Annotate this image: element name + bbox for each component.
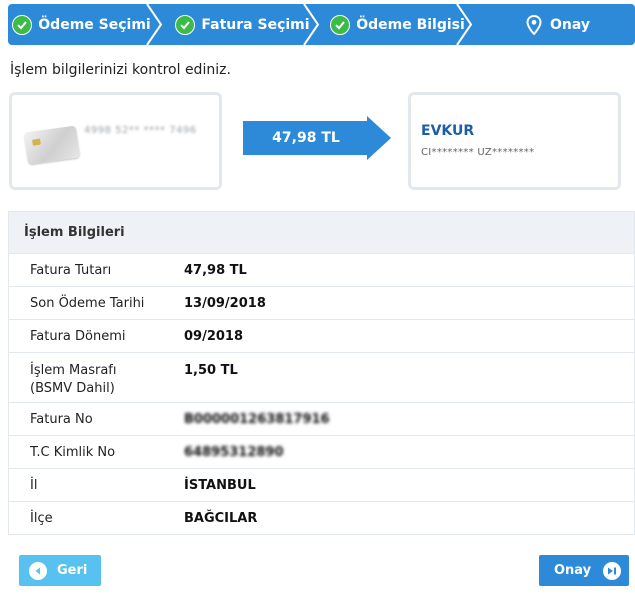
back-button-label: Geri (57, 563, 88, 578)
transfer-amount: 47,98 TL (272, 130, 340, 146)
row-value: 13/09/2018 (184, 295, 266, 311)
step-separator (456, 4, 473, 45)
step-label: Onay (549, 16, 590, 33)
step-fatura-secimi[interactable]: Fatura Seçimi (161, 4, 320, 45)
check-circle-icon (175, 14, 196, 35)
merchant-panel: EVKUR CI******** UZ******** (408, 92, 621, 190)
table-row: İl İSTANBUL (9, 469, 634, 502)
back-button[interactable]: Geri (19, 555, 101, 586)
merchant-name: EVKUR (421, 123, 475, 139)
step-label: Ödeme Bilgisi (356, 16, 465, 33)
table-row: Fatura Dönemi 09/2018 (9, 320, 634, 353)
progress-stepper: Ödeme Seçimi Fatura Seçimi Ödeme Bilgisi… (8, 4, 635, 45)
row-value: BAĞCILAR (184, 511, 258, 526)
chevron-left-icon (29, 561, 47, 580)
step-label: Fatura Seçimi (201, 16, 310, 33)
table-row: İlçe BAĞCILAR (9, 502, 634, 535)
confirm-button[interactable]: Onay (539, 555, 629, 586)
table-row: Fatura No B000001263817916 (9, 403, 634, 436)
row-label: T.C Kimlik No (30, 444, 116, 460)
step-separator (303, 4, 320, 45)
table-row: T.C Kimlik No 64895312890 (9, 436, 634, 469)
transaction-info-table: İşlem Bilgileri Fatura Tutarı 47,98 TL S… (8, 211, 635, 535)
row-value: 1,50 TL (184, 363, 238, 378)
step-label: Ödeme Seçimi (38, 16, 151, 33)
row-label: İl (30, 477, 38, 493)
row-value: 47,98 TL (184, 262, 247, 278)
row-label: Fatura Tutarı (30, 262, 112, 278)
row-label: İşlem Masrafı (BSMV Dahil) (30, 363, 117, 396)
credit-card-image (24, 125, 80, 165)
row-label: Son Ödeme Tarihi (30, 295, 145, 311)
table-row: İşlem Masrafı (BSMV Dahil) 1,50 TL (9, 353, 634, 403)
step-separator (146, 4, 163, 45)
table-title: İşlem Bilgileri (9, 212, 634, 254)
check-circle-icon (330, 14, 351, 35)
row-label: Fatura No (30, 411, 93, 427)
skip-forward-icon (603, 561, 622, 580)
source-card-panel: 4998 52** **** 7496 (9, 92, 222, 190)
confirm-button-label: Onay (554, 563, 592, 578)
row-label: Fatura Dönemi (30, 328, 126, 344)
location-pin-icon (526, 14, 542, 35)
step-odeme-bilgisi[interactable]: Ödeme Bilgisi (318, 4, 473, 45)
masked-card-number: 4998 52** **** 7496 (84, 125, 197, 136)
transfer-amount-arrow: 47,98 TL (243, 116, 393, 160)
row-label: İlçe (30, 511, 53, 526)
row-value: 09/2018 (184, 328, 244, 344)
instruction-text: İşlem bilgilerinizi kontrol ediniz. (10, 62, 231, 78)
step-onay: Onay (471, 4, 635, 45)
table-row: Fatura Tutarı 47,98 TL (9, 254, 634, 287)
table-row: Son Ödeme Tarihi 13/09/2018 (9, 287, 634, 320)
row-value-redacted: 64895312890 (184, 444, 284, 460)
account-holder-masked: CI******** UZ******** (421, 147, 535, 158)
step-odeme-secimi[interactable]: Ödeme Seçimi (8, 4, 163, 45)
payment-confirmation-page: Ödeme Seçimi Fatura Seçimi Ödeme Bilgisi… (0, 0, 635, 604)
check-circle-icon (12, 14, 33, 35)
row-value: İSTANBUL (184, 477, 256, 493)
row-value-redacted: B000001263817916 (184, 411, 330, 427)
